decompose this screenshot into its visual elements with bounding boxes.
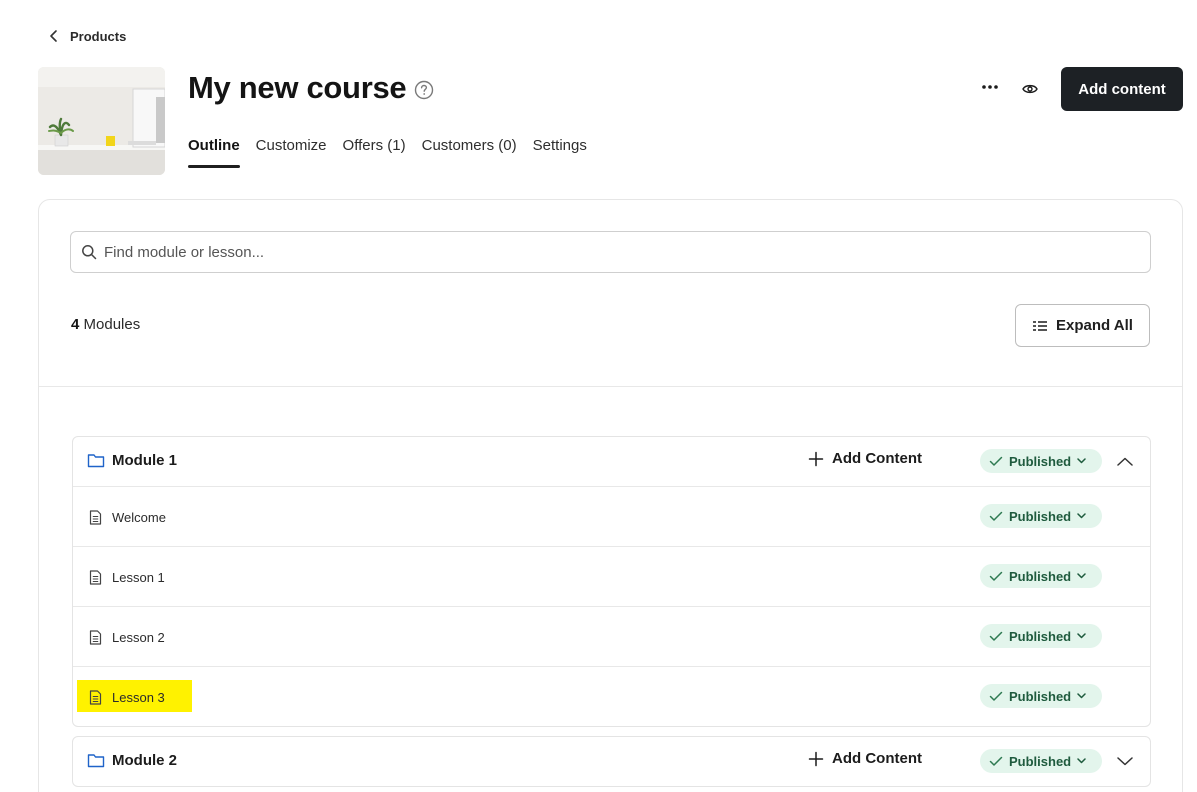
status-label: Published — [1009, 508, 1072, 524]
folder-icon — [87, 454, 105, 468]
more-horizontal-icon — [982, 85, 998, 89]
status-badge[interactable]: Published — [980, 564, 1102, 588]
check-icon — [989, 631, 1003, 641]
more-options-button[interactable] — [978, 76, 1002, 98]
module-add-content-label: Add Content — [832, 450, 922, 467]
chevron-down-icon — [1077, 513, 1086, 519]
add-content-button[interactable]: Add content — [1061, 67, 1183, 111]
module-header[interactable]: Module 1 Add Content Published — [73, 437, 1150, 486]
lesson-row[interactable]: Lesson 1 Published — [73, 546, 1150, 606]
course-tabs: Outline Customize Offers (1) Customers (… — [188, 137, 587, 168]
module-add-content-button[interactable]: Add Content — [808, 450, 922, 467]
course-thumbnail — [38, 67, 165, 175]
modules-count-label: Modules — [83, 316, 141, 333]
status-label: Published — [1009, 453, 1072, 469]
module-title[interactable]: Module 1 — [112, 452, 177, 469]
document-icon — [89, 570, 102, 585]
modules-count: 4 Modules — [71, 316, 140, 333]
status-badge[interactable]: Published — [980, 449, 1102, 473]
lesson-title[interactable]: Lesson 1 — [112, 570, 165, 585]
module-add-content-label: Add Content — [832, 750, 922, 767]
modules-count-number: 4 — [71, 316, 80, 333]
expand-all-label: Expand All — [1056, 317, 1133, 334]
back-to-products-link[interactable]: Products — [46, 28, 126, 44]
check-icon — [989, 511, 1003, 521]
status-badge[interactable]: Published — [980, 749, 1102, 773]
check-icon — [989, 756, 1003, 766]
preview-button[interactable] — [1019, 79, 1041, 99]
lesson-row[interactable]: Lesson 3 Published — [73, 666, 1150, 726]
chevron-down-icon — [1077, 573, 1086, 579]
plus-icon — [808, 751, 824, 766]
chevron-down-icon — [1117, 756, 1133, 765]
question-circle-icon[interactable] — [414, 80, 434, 100]
search-input[interactable] — [104, 243, 1104, 261]
status-label: Published — [1009, 568, 1072, 584]
search-icon — [82, 245, 97, 260]
chevron-left-icon — [50, 30, 57, 42]
check-icon — [989, 691, 1003, 701]
eye-icon — [1022, 84, 1038, 94]
outline-panel: 4 Modules Expand All Module 1 Add Conten… — [38, 199, 1183, 792]
course-thumbnail-image — [38, 67, 165, 175]
tab-offers[interactable]: Offers (1) — [343, 137, 406, 166]
check-icon — [989, 456, 1003, 466]
document-icon — [89, 630, 102, 645]
lesson-title[interactable]: Lesson 3 — [112, 690, 165, 705]
expand-module-button[interactable] — [1116, 752, 1134, 770]
module-add-content-button[interactable]: Add Content — [808, 750, 922, 767]
page-title: My new course — [188, 70, 407, 105]
list-expand-icon — [1033, 320, 1048, 331]
chevron-down-icon — [1077, 458, 1086, 464]
status-badge[interactable]: Published — [980, 684, 1102, 708]
search-box[interactable] — [70, 231, 1151, 273]
lesson-row[interactable]: Welcome Published — [73, 486, 1150, 546]
tab-customers[interactable]: Customers (0) — [422, 137, 517, 166]
status-badge[interactable]: Published — [980, 624, 1102, 648]
expand-all-button[interactable]: Expand All — [1015, 304, 1150, 347]
lesson-title[interactable]: Welcome — [112, 510, 166, 525]
lesson-title[interactable]: Lesson 2 — [112, 630, 165, 645]
breadcrumb-label: Products — [70, 28, 127, 44]
chevron-down-icon — [1077, 633, 1086, 639]
collapse-module-button[interactable] — [1116, 452, 1134, 470]
module-header[interactable]: Module 2 Add Content Published — [73, 737, 1150, 786]
folder-icon — [87, 754, 105, 768]
tab-outline[interactable]: Outline — [188, 137, 240, 168]
module-card: Module 2 Add Content Published — [72, 736, 1151, 787]
chevron-down-icon — [1077, 758, 1086, 764]
tab-settings[interactable]: Settings — [533, 137, 587, 166]
lesson-row[interactable]: Lesson 2 Published — [73, 606, 1150, 666]
chevron-down-icon — [1077, 693, 1086, 699]
document-icon — [89, 690, 102, 705]
module-card: Module 1 Add Content Published Welcome P… — [72, 436, 1151, 727]
module-title[interactable]: Module 2 — [112, 752, 177, 769]
plus-icon — [808, 451, 824, 466]
check-icon — [989, 571, 1003, 581]
status-label: Published — [1009, 688, 1072, 704]
document-icon — [89, 510, 102, 525]
status-badge[interactable]: Published — [980, 504, 1102, 528]
status-label: Published — [1009, 628, 1072, 644]
tab-customize[interactable]: Customize — [256, 137, 327, 166]
chevron-up-icon — [1117, 457, 1133, 466]
divider — [39, 386, 1182, 387]
course-title-row: My new course — [188, 70, 434, 106]
status-label: Published — [1009, 753, 1072, 769]
